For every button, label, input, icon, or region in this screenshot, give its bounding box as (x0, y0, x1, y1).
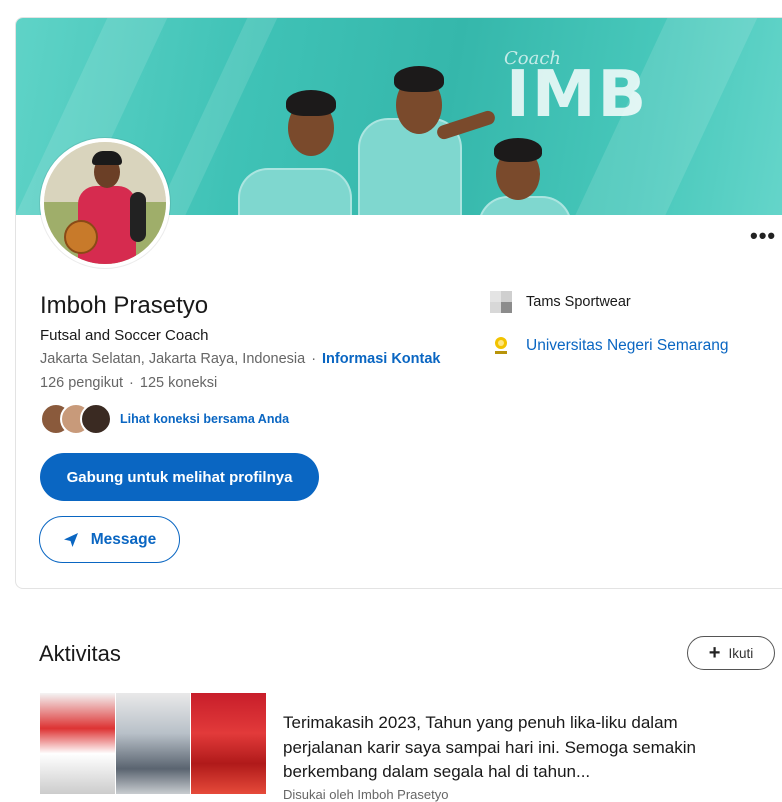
profile-avatar[interactable] (40, 138, 170, 268)
university-name: Universitas Negeri Semarang (526, 337, 729, 354)
plus-icon: + (708, 642, 721, 664)
education-item-university[interactable]: Universitas Negeri Semarang (490, 333, 728, 359)
more-options-icon[interactable]: ••• (750, 225, 776, 247)
banner-logo-text: IMB (506, 58, 649, 132)
university-logo-icon (495, 337, 507, 354)
post-subtext: Disukai oleh Imboh Prasetyo (283, 787, 449, 802)
thumbnail-image-2 (116, 693, 190, 794)
post-thumbnail[interactable] (40, 693, 266, 794)
company-logo-icon (490, 291, 512, 313)
contact-info-link[interactable]: Informasi Kontak (322, 351, 440, 367)
join-to-view-button[interactable]: Gabung untuk melihat profilnya (40, 453, 319, 501)
activity-section-title: Aktivitas (39, 641, 121, 666)
profile-card: Coach IMB ••• Imboh Prasetyo Futsal and … (15, 17, 782, 589)
profile-location: Jakarta Selatan, Jakarta Raya, Indonesia (40, 351, 306, 367)
mutual-avatar-3 (80, 403, 112, 435)
mutual-connections-link[interactable]: Lihat koneksi bersama Anda (120, 412, 289, 426)
followers-count: 126 pengikut (40, 375, 124, 391)
network-stats: 126 pengikut · 125 koneksi (40, 375, 217, 391)
profile-headline: Futsal and Soccer Coach (40, 327, 209, 344)
separator-dot: · (311, 351, 317, 367)
post-text[interactable]: Terimakasih 2023, Tahun yang penuh lika-… (283, 711, 753, 785)
connections-count: 125 koneksi (139, 375, 218, 391)
follow-button[interactable]: + Ikuti (687, 636, 775, 670)
experience-item-company[interactable]: Tams Sportwear (490, 289, 631, 315)
send-icon (63, 532, 78, 547)
thumbnail-image-3 (191, 693, 266, 794)
profile-name: Imboh Prasetyo (40, 292, 209, 319)
location-row: Jakarta Selatan, Jakarta Raya, Indonesia… (40, 351, 440, 367)
thumbnail-image-1 (40, 693, 115, 794)
follow-button-label: Ikuti (728, 645, 754, 661)
company-name: Tams Sportwear (526, 294, 631, 310)
separator-dot: · (129, 375, 134, 391)
message-button-label: Message (90, 530, 157, 548)
message-button[interactable]: Message (39, 516, 180, 563)
